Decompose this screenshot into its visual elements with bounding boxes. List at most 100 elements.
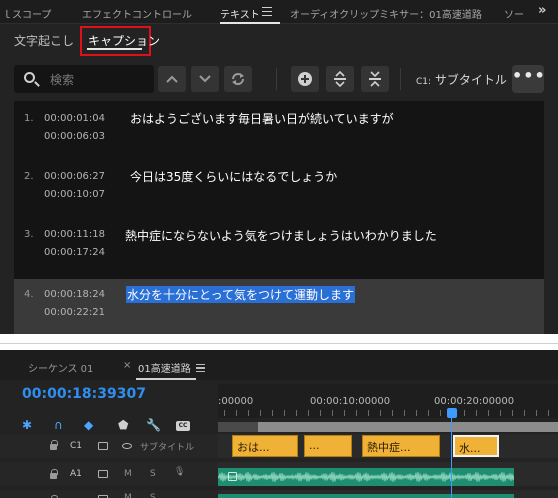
caption-item-selected[interactable]: 4. 00:00:18:24 00:00:22:21 水分を十分にとって気をつけ…: [14, 279, 544, 334]
wrench-icon[interactable]: 🔧: [146, 418, 161, 432]
ruler-tick: [440, 410, 441, 416]
caption-number: 1.: [24, 113, 34, 124]
caption-in-time[interactable]: 00:00:06:27: [44, 171, 105, 182]
split-caption-button[interactable]: [326, 66, 354, 92]
more-tabs-icon[interactable]: »: [538, 3, 546, 18]
caption-clip-selected[interactable]: 水...: [453, 435, 499, 457]
lock-icon[interactable]: [50, 440, 58, 450]
caption-track-selector[interactable]: C1: サブタイトル: [416, 71, 507, 88]
toggle-output-icon[interactable]: [98, 442, 108, 450]
search-field[interactable]: 検索: [14, 65, 154, 93]
audio-clip[interactable]: [218, 468, 514, 486]
caption-out-time[interactable]: 00:00:10:07: [44, 189, 105, 200]
clip-effect-icon: [228, 472, 237, 481]
ruler-tick: [428, 410, 429, 416]
caption-out-time[interactable]: 00:00:17:24: [44, 247, 105, 258]
tab-caption[interactable]: キャプション: [80, 26, 160, 56]
ruler-ticks: [218, 410, 558, 416]
linked-selection-icon[interactable]: ∩: [54, 418, 63, 432]
ruler-tick: [320, 410, 321, 416]
playhead-handle[interactable]: [447, 408, 457, 418]
chevron-down-icon: [199, 75, 211, 83]
panel-menu-icon[interactable]: [196, 364, 205, 372]
tab-scopes[interactable]: ｌスコープ: [2, 6, 51, 21]
caption-list: 1. 00:00:01:04 00:00:06:03 おはようございます毎日暑い…: [14, 101, 544, 334]
ruler-tick: [548, 410, 549, 416]
caption-out-time[interactable]: 00:00:22:21: [44, 307, 105, 318]
tab-text[interactable]: テキスト: [220, 6, 260, 21]
lock-icon[interactable]: [50, 469, 58, 479]
active-tab-indicator: [136, 378, 196, 380]
tab-effect-controls[interactable]: エフェクトコントロール: [82, 6, 192, 21]
split-icon: [334, 71, 346, 87]
add-marker-icon[interactable]: ◆: [84, 418, 93, 432]
refresh-icon: [232, 73, 244, 85]
tab-source[interactable]: ソー: [504, 6, 524, 21]
ruler-tick: [284, 410, 285, 416]
panel-menu-icon[interactable]: [262, 7, 272, 16]
text-panel: ｌスコープ エフェクトコントロール テキスト オーディオクリップミキサー：01高…: [0, 0, 558, 334]
ruler-tick: [368, 410, 369, 416]
caption-text[interactable]: 今日は35度くらいにはなるでしょうか: [130, 168, 337, 185]
tab-sequence-01[interactable]: シーケンス 01: [28, 360, 93, 375]
eye-icon[interactable]: [122, 443, 132, 449]
ruler-tick: [476, 410, 477, 416]
snap-icon[interactable]: ✱: [22, 418, 32, 432]
caption-in-time[interactable]: 00:00:01:04: [44, 113, 105, 124]
solo-button[interactable]: S: [150, 493, 156, 498]
sync-lock-icon[interactable]: [98, 470, 108, 478]
toolbar-separator: [276, 68, 277, 90]
track-c1-header: C1 サブタイトル: [0, 434, 218, 458]
playhead-line: [451, 416, 452, 498]
search-placeholder[interactable]: 検索: [50, 71, 74, 88]
caption-clip[interactable]: ...: [304, 435, 352, 457]
ruler-tick: [308, 410, 309, 416]
add-caption-button[interactable]: [291, 66, 319, 92]
search-icon: [24, 72, 35, 83]
ruler-tick: [224, 410, 225, 416]
previous-result-button[interactable]: [158, 66, 186, 92]
closed-caption-icon[interactable]: CC: [176, 421, 190, 431]
tab-highway-sequence[interactable]: 01高速道路: [138, 360, 191, 375]
microphone-icon[interactable]: 🎙: [174, 467, 185, 477]
caption-item[interactable]: 1. 00:00:01:04 00:00:06:03 おはようございます毎日暑い…: [14, 101, 544, 159]
work-area-range[interactable]: [258, 422, 558, 432]
track-header-bg: [0, 490, 218, 498]
tab-transcript[interactable]: 文字起こし: [14, 32, 74, 49]
caption-in-time[interactable]: 00:00:11:18: [44, 229, 105, 240]
caption-clip[interactable]: おは...: [232, 435, 298, 457]
replace-button[interactable]: [224, 66, 252, 92]
caption-out-time[interactable]: 00:00:06:03: [44, 131, 105, 142]
close-tab-icon[interactable]: ×: [123, 360, 131, 371]
next-result-button[interactable]: [191, 66, 219, 92]
ruler-tick: [332, 410, 333, 416]
mute-button[interactable]: M: [124, 493, 132, 498]
timeline-tools: ✱ ∩ ◆ ⬟ 🔧 CC: [0, 416, 218, 436]
caption-number: 2.: [24, 171, 34, 182]
ruler-tick: [392, 410, 393, 416]
ruler-label: 00:00:10:00000: [310, 396, 391, 407]
caption-text[interactable]: 熱中症にならないよう気をつけましょうはいわかりました: [125, 227, 437, 244]
ruler-label: 00:00:20:00000: [434, 396, 515, 407]
caption-item[interactable]: 3. 00:00:11:18 00:00:17:24 熱中症にならないよう気をつ…: [14, 217, 544, 275]
solo-button[interactable]: S: [150, 469, 156, 479]
ruler-tick: [380, 410, 381, 416]
caption-text[interactable]: おはようございます毎日暑い日が続いていますが: [130, 110, 394, 127]
caption-text[interactable]: 水分を十分にとって気をつけて運動します: [126, 286, 356, 303]
merge-captions-button[interactable]: [361, 66, 389, 92]
caption-number: 4.: [24, 289, 34, 300]
caption-item[interactable]: 2. 00:00:06:27 00:00:10:07 今日は35度くらいにはなる…: [14, 159, 544, 217]
more-options-button[interactable]: •••: [512, 65, 545, 93]
marker-icon[interactable]: ⬟: [118, 418, 128, 432]
caption-tab-indicator: [87, 48, 142, 50]
playhead-timecode[interactable]: 00:00:18:39307: [22, 386, 146, 402]
ruler-tick: [488, 410, 489, 416]
time-ruler[interactable]: :00000 00:00:10:00000 00:00:20:00000: [218, 384, 558, 418]
mute-button[interactable]: M: [124, 469, 132, 479]
caption-clip[interactable]: 熱中症...: [362, 435, 440, 457]
ruler-tick: [344, 410, 345, 416]
tab-audio-clip-mixer[interactable]: オーディオクリップミキサー：01高速道路: [290, 6, 482, 21]
ruler-tick: [404, 410, 405, 416]
caption-in-time[interactable]: 00:00:18:24: [44, 289, 105, 300]
audio-clip[interactable]: [218, 494, 514, 498]
